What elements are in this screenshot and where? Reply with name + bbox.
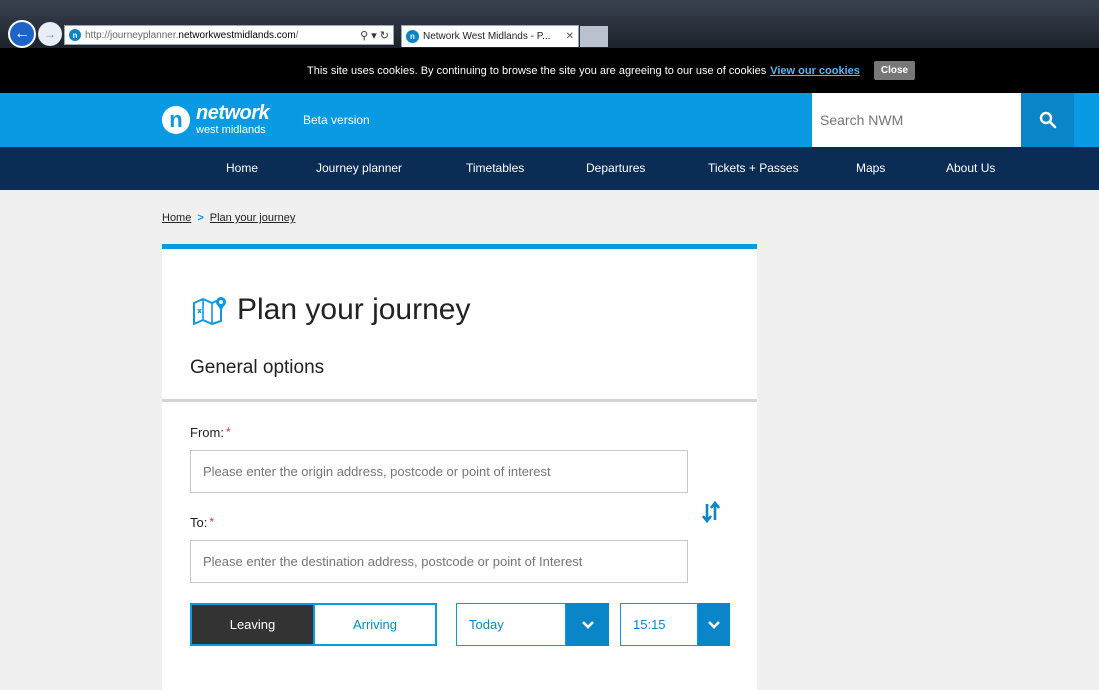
breadcrumb-current[interactable]: Plan your journey [210, 212, 296, 224]
required-mark: * [225, 425, 231, 439]
back-arrow-icon[interactable]: ← [8, 20, 36, 48]
nav-item-timetables[interactable]: Timetables [466, 161, 524, 175]
main-navigation: Home Journey planner Timetables Departur… [0, 147, 1099, 190]
chevron-down-icon [708, 620, 720, 629]
cookie-close-button[interactable]: Close [873, 61, 916, 80]
to-label-text: To: [190, 515, 208, 530]
cookie-banner: This site uses cookies. By continuing to… [0, 48, 1099, 93]
nav-item-about-us[interactable]: About Us [946, 161, 995, 175]
nav-item-departures[interactable]: Departures [586, 161, 645, 175]
beta-label: Beta version [303, 113, 370, 127]
site-favicon-icon: n [69, 29, 81, 41]
section-divider [162, 399, 757, 402]
url-suffix: / [295, 29, 299, 41]
url-prefix: http://journeyplanner. [85, 29, 179, 41]
arriving-toggle[interactable]: Arriving [313, 603, 437, 646]
search-icon [1039, 111, 1056, 129]
tab-title: Network West Midlands - P... [423, 31, 551, 42]
logo-icon[interactable]: n [162, 106, 190, 134]
search-input[interactable] [812, 93, 1021, 147]
chevron-down-icon [581, 620, 594, 629]
page-title: Plan your journey [237, 293, 471, 326]
browser-tab-active[interactable]: n Network West Midlands - P... ✕ [401, 25, 579, 47]
from-label: From: * [190, 425, 231, 440]
address-tools-icon[interactable]: ⚲ ▾ ↻ [356, 29, 393, 42]
breadcrumb: Home > Plan your journey [162, 212, 295, 224]
nav-item-journey-planner[interactable]: Journey planner [316, 161, 402, 175]
nav-item-maps[interactable]: Maps [856, 161, 885, 175]
view-cookies-link[interactable]: View our cookies [770, 65, 860, 77]
journey-planner-card: Plan your journey General options From: *… [162, 244, 757, 690]
to-input[interactable] [190, 540, 688, 583]
swap-arrows-icon [702, 501, 720, 523]
address-bar[interactable]: n http://journeyplanner. networkwestmidla… [64, 25, 394, 45]
site-header: n network west midlands Beta version [0, 93, 1099, 147]
url-domain: networkwestmidlands.com [178, 29, 296, 41]
swap-button[interactable] [701, 501, 721, 523]
time-dropdown-button[interactable] [698, 603, 730, 646]
breadcrumb-home[interactable]: Home [162, 212, 191, 224]
to-label: To: * [190, 515, 214, 530]
time-select[interactable]: 15:15 [620, 603, 698, 646]
leaving-toggle[interactable]: Leaving [190, 603, 313, 646]
logo-subtitle: west midlands [196, 124, 266, 136]
breadcrumb-separator-icon: > [197, 212, 204, 224]
tab-close-icon[interactable]: ✕ [566, 31, 578, 42]
day-select[interactable]: Today [456, 603, 566, 646]
nav-item-home[interactable]: Home [226, 161, 258, 175]
search-button[interactable] [1021, 93, 1074, 147]
cookie-message: This site uses cookies. By continuing to… [307, 64, 767, 77]
map-pin-icon [193, 297, 226, 325]
new-tab-button[interactable] [580, 26, 608, 47]
logo-wordmark[interactable]: network [196, 102, 270, 125]
nav-item-tickets-passes[interactable]: Tickets + Passes [708, 161, 799, 175]
forward-arrow-icon[interactable]: → [38, 22, 62, 46]
tab-favicon-icon: n [406, 30, 419, 43]
from-input[interactable] [190, 450, 688, 493]
day-dropdown-button[interactable] [566, 603, 609, 646]
required-mark: * [209, 515, 215, 529]
browser-toolbar: ← → n http://journeyplanner. networkwestm… [0, 0, 1099, 48]
section-title: General options [190, 357, 325, 378]
from-label-text: From: [190, 425, 224, 440]
